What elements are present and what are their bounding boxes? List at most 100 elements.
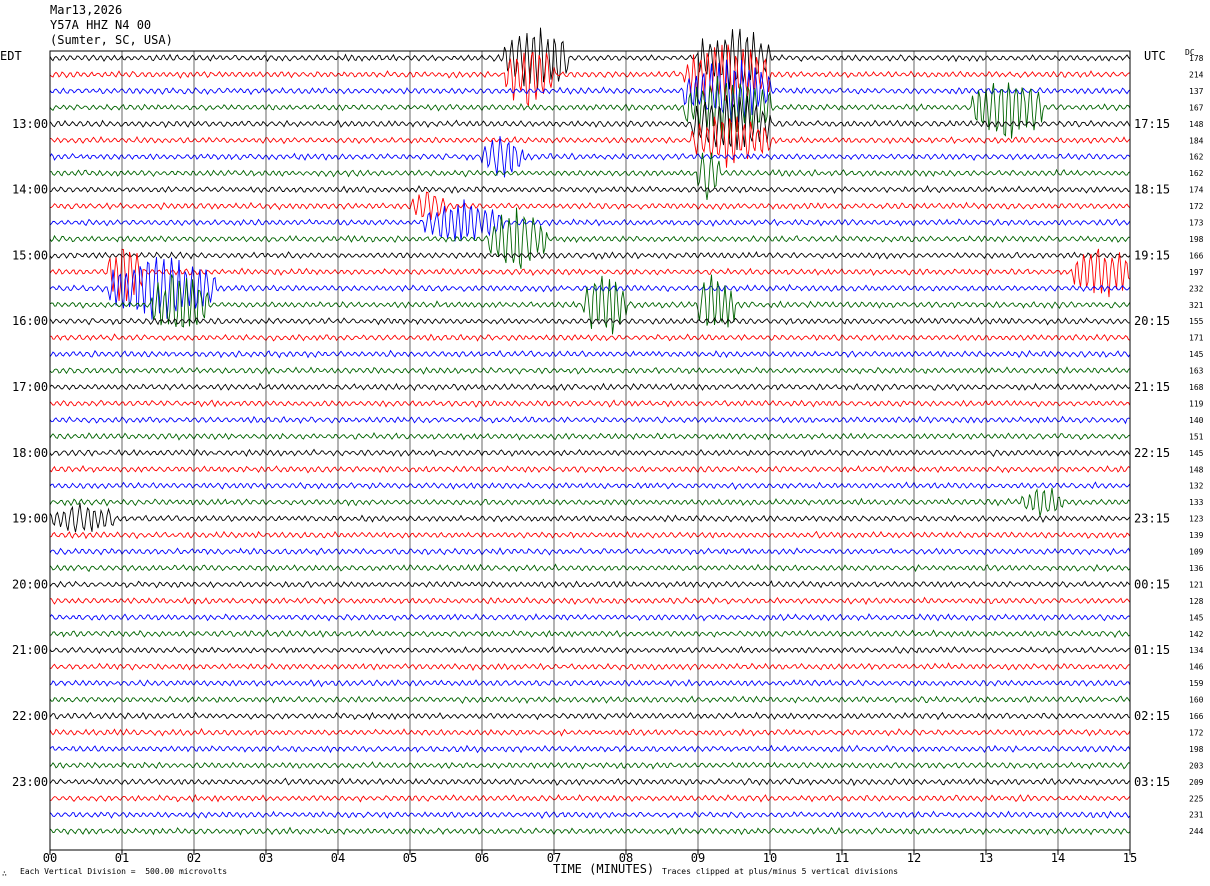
trace-row-3 — [49, 76, 1131, 139]
trace-layer — [49, 27, 1131, 836]
trace-row-21 — [49, 399, 1131, 408]
left-hour-label: 14:00 — [12, 183, 48, 197]
right-hour-label: 17:15 — [1134, 117, 1170, 131]
right-hour-label: 20:15 — [1134, 314, 1170, 328]
left-hour-label: 23:00 — [12, 775, 48, 789]
right-hour-label: 00:15 — [1134, 577, 1170, 591]
left-hour-label: 16:00 — [12, 314, 48, 328]
trace-row-43 — [49, 761, 1131, 770]
left-hour-label: 17:00 — [12, 380, 48, 394]
dc-value: 184 — [1189, 136, 1204, 145]
trace-row-33 — [49, 596, 1131, 606]
trace-row-34 — [49, 613, 1131, 622]
dc-value: 197 — [1189, 268, 1204, 277]
dc-value: 145 — [1189, 350, 1204, 359]
trace-row-41 — [49, 727, 1131, 737]
dc-value: 146 — [1189, 663, 1204, 672]
x-tick-label: 05 — [403, 851, 417, 865]
clipping-note: Traces clipped at plus/minus 5 vertical … — [662, 867, 899, 876]
x-tick-label: 14 — [1051, 851, 1065, 865]
left-hour-label: 19:00 — [12, 512, 48, 526]
dc-value: 198 — [1189, 235, 1204, 244]
dc-value: 148 — [1189, 465, 1204, 474]
right-hour-label: 01:15 — [1134, 643, 1170, 657]
trace-row-17 — [49, 333, 1131, 342]
dc-value: 128 — [1189, 597, 1204, 606]
dc-value: 151 — [1189, 432, 1204, 441]
dc-value: 119 — [1189, 399, 1204, 408]
dc-value: 209 — [1189, 778, 1204, 787]
dc-value: 172 — [1189, 728, 1204, 737]
x-tick-label: 02 — [187, 851, 201, 865]
trace-row-1 — [49, 44, 1131, 107]
plot-frame — [49, 50, 1131, 851]
dc-value: 163 — [1189, 367, 1204, 376]
left-hour-label: 15:00 — [12, 248, 48, 262]
trace-row-5 — [49, 116, 1131, 168]
left-hour-label: 13:00 — [12, 117, 48, 131]
trace-row-42 — [49, 744, 1131, 754]
trace-row-20 — [49, 382, 1131, 392]
trace-row-24 — [49, 448, 1131, 458]
helicorder-plot: 00 01 02 03 04 05 06 07 08 09 10 11 12 13 14 1513:0014:… — [12, 27, 1204, 865]
x-tick-label: 06 — [475, 851, 489, 865]
dc-value: 178 — [1189, 54, 1204, 63]
dc-value: 155 — [1189, 317, 1204, 326]
x-tick-label: 12 — [907, 851, 921, 865]
right-hour-label: 21:15 — [1134, 380, 1170, 394]
vertical-division-note: Each Vertical Division = 500.00 microvol… — [20, 867, 228, 876]
dc-value: 133 — [1189, 498, 1204, 507]
dc-value: 109 — [1189, 548, 1204, 557]
trace-row-15 — [49, 274, 1131, 335]
dc-value: 145 — [1189, 613, 1204, 622]
dc-value: 132 — [1189, 482, 1204, 491]
dc-value: 231 — [1189, 811, 1204, 820]
dc-value: 321 — [1189, 301, 1204, 310]
trace-row-40 — [49, 711, 1131, 721]
trace-row-19 — [49, 366, 1131, 375]
trace-row-23 — [49, 431, 1131, 441]
x-tick-label: 01 — [115, 851, 129, 865]
x-tick-label: 13 — [979, 851, 993, 865]
trace-row-36 — [49, 645, 1131, 655]
trace-row-14 — [49, 256, 1131, 320]
dc-value: 145 — [1189, 449, 1204, 458]
dc-value: 159 — [1189, 679, 1204, 688]
dc-value: 173 — [1189, 219, 1204, 228]
trace-row-12 — [49, 251, 1131, 260]
dc-value: 171 — [1189, 334, 1204, 343]
x-tick-label: 03 — [259, 851, 273, 865]
dc-value: 121 — [1189, 580, 1204, 589]
x-tick-label: 09 — [691, 851, 705, 865]
dc-value: 134 — [1189, 646, 1204, 655]
trace-row-38 — [49, 678, 1131, 688]
corner-mark: ∴ — [2, 869, 7, 878]
right-hour-label: 18:15 — [1134, 183, 1170, 197]
trace-row-18 — [49, 349, 1131, 359]
dc-value: 123 — [1189, 515, 1204, 524]
left-hour-label: 20:00 — [12, 577, 48, 591]
trace-row-22 — [49, 415, 1131, 425]
dc-value: 203 — [1189, 761, 1204, 770]
trace-row-44 — [49, 777, 1131, 787]
dc-value: 244 — [1189, 827, 1204, 836]
trace-row-45 — [49, 794, 1131, 803]
dc-value: 198 — [1189, 745, 1204, 754]
trace-row-31 — [49, 563, 1131, 573]
trace-row-25 — [49, 465, 1131, 474]
dc-value: 160 — [1189, 696, 1204, 705]
trace-row-7 — [49, 152, 1131, 201]
right-hour-label: 03:15 — [1134, 775, 1170, 789]
trace-row-35 — [49, 629, 1131, 639]
right-hour-label: 22:15 — [1134, 446, 1170, 460]
x-tick-label: 04 — [331, 851, 345, 865]
dc-value: 168 — [1189, 383, 1204, 392]
dc-value: 139 — [1189, 531, 1204, 540]
dc-value: 140 — [1189, 416, 1204, 425]
x-tick-label: 15 — [1123, 851, 1137, 865]
dc-value: 148 — [1189, 120, 1204, 129]
trace-row-9 — [49, 191, 1131, 221]
trace-row-46 — [49, 810, 1131, 820]
x-tick-label: 00 — [43, 851, 57, 865]
x-tick-label: 11 — [835, 851, 849, 865]
